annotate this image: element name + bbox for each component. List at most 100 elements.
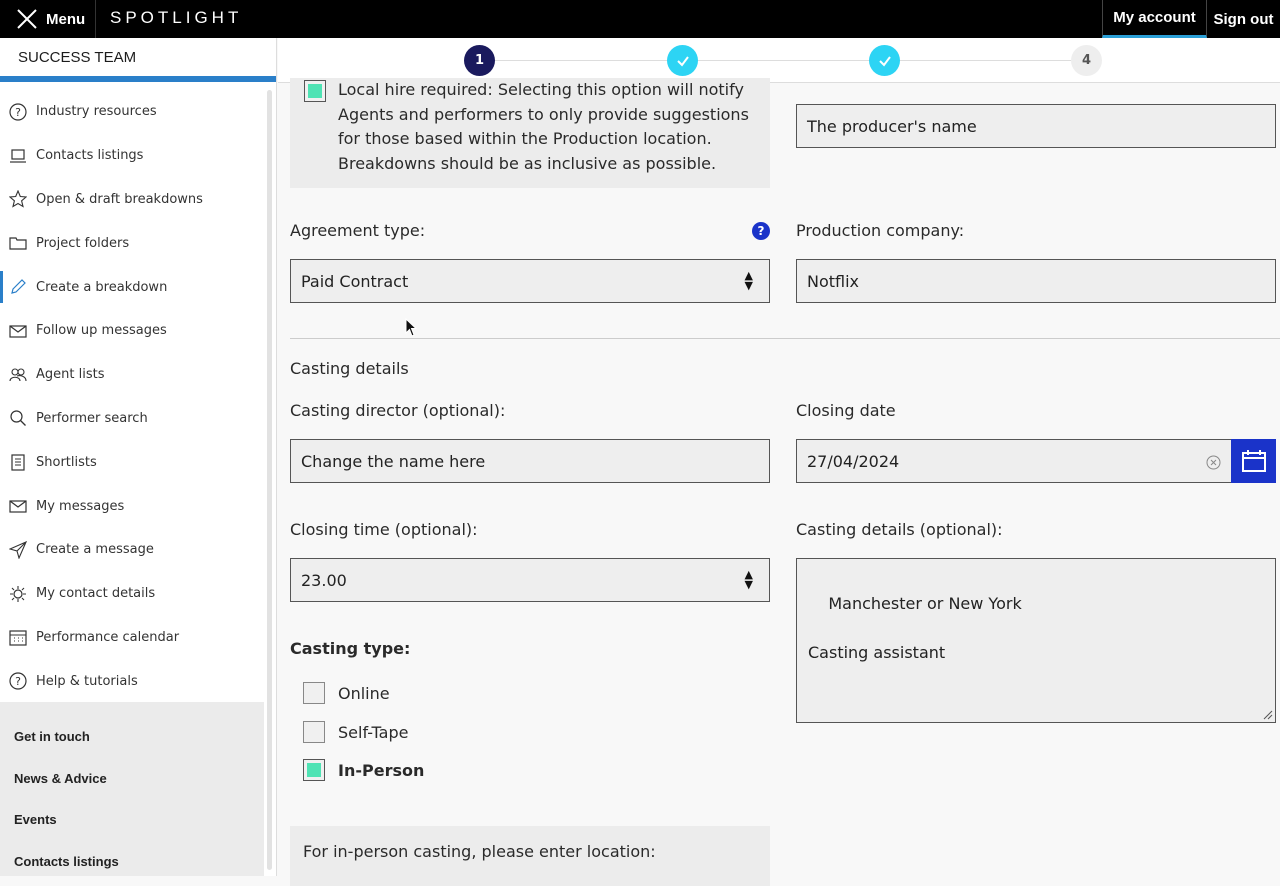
calendar-icon xyxy=(1241,450,1266,472)
help-circle-icon: ? xyxy=(8,102,28,122)
sign-out-link[interactable]: Sign out xyxy=(1207,0,1280,38)
agreement-type-select[interactable]: Paid Contract ▲ ▼ xyxy=(290,259,770,303)
step-1[interactable]: 1 xyxy=(464,45,495,76)
production-company-label: Production company: xyxy=(796,221,965,240)
sidebar-nav: ? Industry resources Contacts listings O… xyxy=(0,90,264,703)
sidebar-item-performer-search[interactable]: Performer search xyxy=(0,397,264,441)
closing-date-value: 27/04/2024 xyxy=(807,451,900,471)
star-icon xyxy=(8,189,28,209)
sidebar-item-performance-calendar[interactable]: Performance calendar xyxy=(0,616,264,660)
search-icon xyxy=(8,408,28,428)
check-icon xyxy=(676,55,689,67)
online-label[interactable]: Online xyxy=(338,684,390,703)
sidebar: SUCCESS TEAM ? Industry resources Contac… xyxy=(0,38,277,876)
agreement-type-label: Agreement type: xyxy=(290,221,426,240)
self-tape-checkbox[interactable] xyxy=(303,721,325,743)
sidebar-item-label: My contact details xyxy=(36,586,156,602)
casting-details-value: Manchester or New York Casting assistant xyxy=(808,593,1022,662)
sidebar-footer: Get in touch News & Advice Events Contac… xyxy=(0,702,264,876)
sidebar-item-open-draft-breakdowns[interactable]: Open & draft breakdowns xyxy=(0,178,264,222)
svg-text:?: ? xyxy=(15,106,21,119)
stepper-line xyxy=(494,60,1086,61)
sidebar-item-shortlists[interactable]: Shortlists xyxy=(0,440,264,484)
step-2[interactable] xyxy=(667,45,698,76)
calendar-button[interactable] xyxy=(1231,439,1276,483)
clear-icon[interactable] xyxy=(1206,455,1221,470)
close-icon xyxy=(17,9,37,29)
sidebar-item-label: Agent lists xyxy=(36,367,105,383)
location-prompt-box: For in-person casting, please enter loca… xyxy=(290,826,770,886)
help-circle-icon: ? xyxy=(8,671,28,691)
closing-time-value: 23.00 xyxy=(301,570,347,590)
sidebar-item-my-contact-details[interactable]: My contact details xyxy=(0,572,264,616)
team-name: SUCCESS TEAM xyxy=(0,38,276,82)
casting-details-label: Casting details (optional): xyxy=(796,520,1003,539)
spotlight-logo[interactable]: SPOTLIGHT xyxy=(110,8,242,28)
closing-time-label: Closing time (optional): xyxy=(290,520,478,539)
closing-date-field[interactable]: 27/04/2024 xyxy=(796,439,1232,483)
envelope-icon xyxy=(8,496,28,516)
select-arrows-icon: ▲ ▼ xyxy=(744,568,753,591)
step-3[interactable] xyxy=(869,45,900,76)
calendar-icon xyxy=(8,627,28,647)
footer-link-events[interactable]: Events xyxy=(0,799,264,841)
sidebar-item-create-message[interactable]: Create a message xyxy=(0,528,264,572)
send-icon xyxy=(8,540,28,560)
production-company-field[interactable]: Notflix xyxy=(796,259,1276,303)
check-icon xyxy=(878,55,891,67)
sidebar-scrollbar[interactable] xyxy=(267,90,272,870)
agreement-type-value: Paid Contract xyxy=(301,271,409,291)
pencil-icon xyxy=(8,277,28,297)
casting-director-field[interactable]: Change the name here xyxy=(290,439,770,483)
sidebar-item-my-messages[interactable]: My messages xyxy=(0,484,264,528)
resize-handle-icon[interactable] xyxy=(1261,708,1273,720)
sidebar-item-label: Shortlists xyxy=(36,454,97,470)
local-hire-checkbox[interactable] xyxy=(304,80,326,102)
sidebar-item-label: Project folders xyxy=(36,235,130,251)
sidebar-item-create-breakdown[interactable]: Create a breakdown xyxy=(0,265,264,309)
step-4[interactable]: 4 xyxy=(1071,45,1102,76)
sidebar-item-industry-resources[interactable]: ? Industry resources xyxy=(0,90,264,134)
footer-link-news-advice[interactable]: News & Advice xyxy=(0,758,264,800)
self-tape-label[interactable]: Self-Tape xyxy=(338,723,408,742)
local-hire-notice: Local hire required: Selecting this opti… xyxy=(290,78,770,188)
sidebar-item-follow-up-messages[interactable]: Follow up messages xyxy=(0,309,264,353)
footer-link-get-in-touch[interactable]: Get in touch xyxy=(0,716,264,758)
svg-text:?: ? xyxy=(15,675,21,688)
people-icon xyxy=(8,365,28,385)
sidebar-item-label: Follow up messages xyxy=(36,323,167,339)
sidebar-item-label: Open & draft breakdowns xyxy=(36,191,203,207)
folder-icon xyxy=(8,233,28,253)
menu-label: Menu xyxy=(46,10,86,28)
casting-details-textarea[interactable]: Manchester or New York Casting assistant xyxy=(796,558,1276,723)
clipboard-icon xyxy=(8,452,28,472)
sidebar-item-project-folders[interactable]: Project folders xyxy=(0,221,264,265)
sidebar-item-label: Performance calendar xyxy=(36,629,180,645)
sidebar-item-agent-lists[interactable]: Agent lists xyxy=(0,353,264,397)
select-arrows-icon: ▲ ▼ xyxy=(744,269,753,292)
sidebar-item-contacts-listings[interactable]: Contacts listings xyxy=(0,134,264,178)
in-person-checkbox[interactable] xyxy=(303,759,325,781)
help-icon[interactable]: ? xyxy=(752,222,770,240)
sidebar-item-label: My messages xyxy=(36,498,125,514)
sidebar-item-label: Help & tutorials xyxy=(36,673,138,689)
breakdown-form: Local hire required: Selecting this opti… xyxy=(278,78,1280,886)
closing-time-select[interactable]: 23.00 ▲ ▼ xyxy=(290,558,770,602)
divider xyxy=(290,338,1280,339)
sidebar-item-label: Contacts listings xyxy=(36,148,144,164)
casting-type-label: Casting type: xyxy=(290,639,411,658)
location-prompt: For in-person casting, please enter loca… xyxy=(303,842,656,861)
local-hire-text: Local hire required: Selecting this opti… xyxy=(338,80,749,173)
mouse-cursor-icon xyxy=(405,318,418,337)
online-checkbox[interactable] xyxy=(303,682,325,704)
producer-name-field[interactable]: The producer's name xyxy=(796,104,1276,148)
menu-button[interactable]: Menu xyxy=(0,0,96,38)
in-person-label[interactable]: In-Person xyxy=(338,761,424,780)
sidebar-item-label: Industry resources xyxy=(36,104,157,120)
sidebar-item-label: Create a message xyxy=(36,542,154,558)
laptop-icon xyxy=(8,146,28,166)
my-account-link[interactable]: My account xyxy=(1102,0,1207,38)
envelope-icon xyxy=(8,321,28,341)
sidebar-item-help-tutorials[interactable]: ? Help & tutorials xyxy=(0,659,264,703)
progress-stepper: 1 4 xyxy=(278,38,1280,83)
